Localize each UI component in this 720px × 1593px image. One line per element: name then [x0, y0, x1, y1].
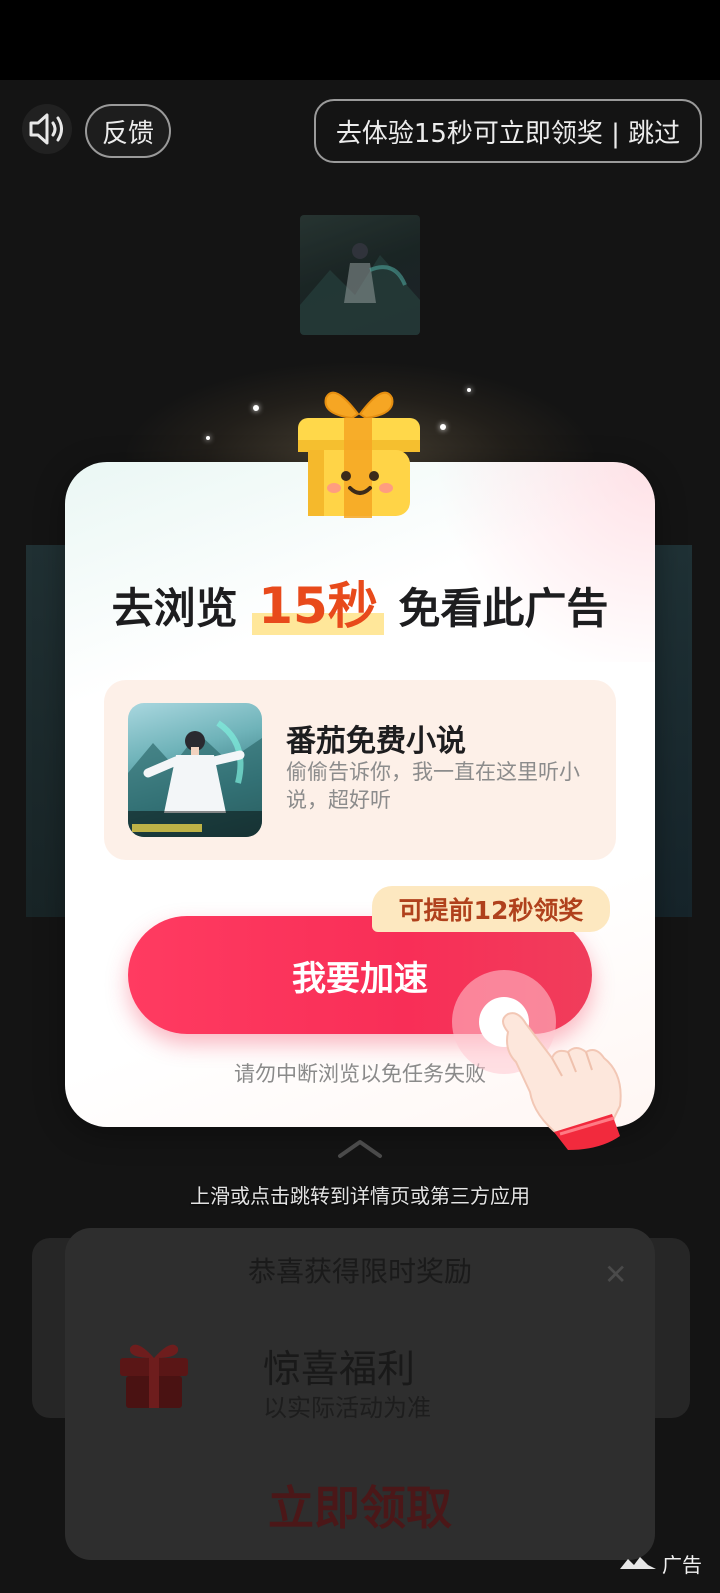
sparkle — [440, 424, 446, 430]
claim-now-button[interactable]: 立即领取 — [0, 1472, 720, 1538]
sparkle — [253, 405, 259, 411]
swipe-hint[interactable]: 上滑或点击跳转到详情页或第三方应用 — [0, 1180, 720, 1209]
sound-toggle-button[interactable] — [22, 104, 72, 154]
sparkle — [467, 388, 471, 392]
status-bar — [0, 0, 720, 80]
card-title: 去浏览 15秒 免看此广告 — [0, 566, 720, 638]
ad-label: 广告 — [620, 1548, 702, 1578]
bonus-tag: 可提前12秒领奖 — [372, 886, 610, 932]
gift-box-icon — [298, 391, 420, 518]
speaker-icon — [29, 113, 63, 145]
pointing-hand-icon — [502, 1012, 622, 1150]
app-icon[interactable] — [128, 703, 262, 837]
reward-subtitle: 以实际活动为准 — [263, 1394, 431, 1422]
reward-name: 惊喜福利 — [263, 1347, 416, 1391]
card-title-prefix: 去浏览 — [111, 584, 238, 633]
app-description: 偷偷告诉你，我一直在这里听小说，超好听 — [286, 760, 580, 812]
chevron-up-icon — [338, 1140, 382, 1158]
background-thumbnail — [300, 215, 420, 335]
card-title-suffix: 免看此广告 — [398, 584, 609, 633]
skip-button[interactable]: 去体验15秒可立即领奖 | 跳过 — [314, 99, 702, 163]
ad-logo-icon — [620, 1557, 656, 1569]
ad-label-text: 广告 — [662, 1552, 702, 1577]
app-name: 番茄免费小说 — [286, 724, 466, 759]
sparkle — [206, 436, 210, 440]
reward-close-icon[interactable]: ✕ — [604, 1258, 627, 1291]
feedback-button[interactable]: 反馈 — [85, 104, 171, 158]
red-gift-icon — [120, 1344, 188, 1408]
card-title-highlight: 15秒 — [252, 577, 384, 635]
